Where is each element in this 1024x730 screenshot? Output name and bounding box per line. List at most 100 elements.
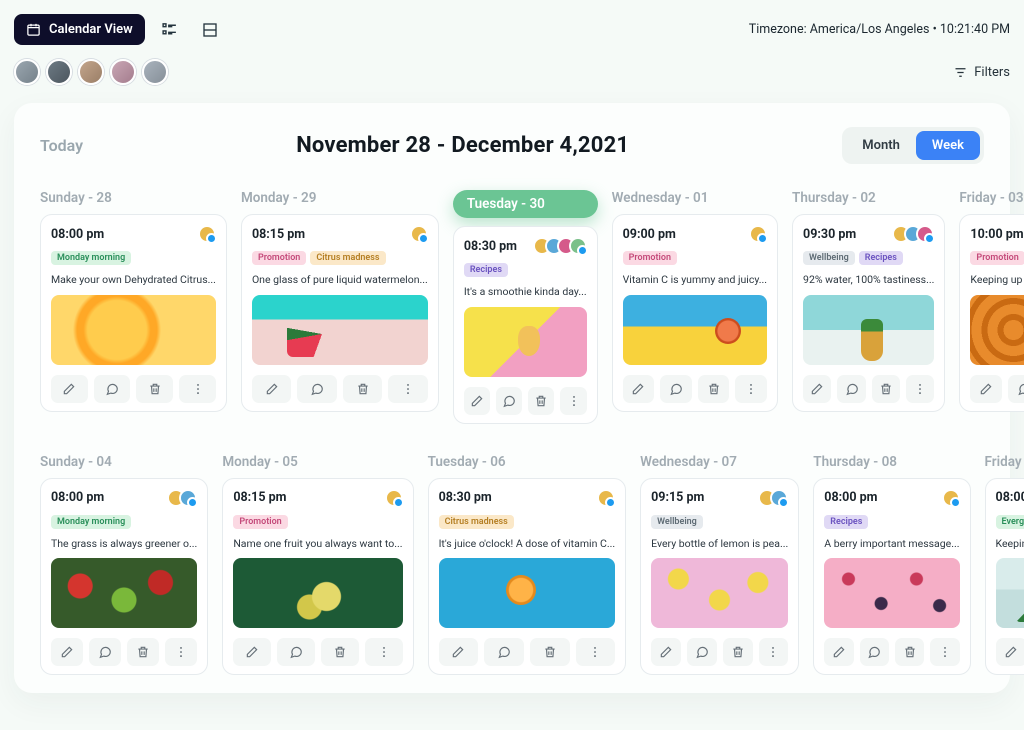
edit-button[interactable] [51,375,88,403]
post-card[interactable]: 08:15 pmPromotionCitrus madnessOne glass… [241,214,439,412]
edit-button[interactable] [464,387,490,415]
post-card[interactable]: 09:15 pmWellbeingEvery bottle of lemon i… [640,478,799,676]
comment-button[interactable] [1008,375,1024,403]
avatar[interactable] [110,59,136,85]
platform-badge-icon [778,497,789,508]
trash-icon [333,645,347,659]
delete-button[interactable] [127,638,159,666]
post-card[interactable]: 08:00 pmMonday morningMake your own Dehy… [40,214,227,412]
delete-button[interactable] [528,387,554,415]
tag[interactable]: Evergreen [996,515,1024,529]
comment-button[interactable] [837,375,865,403]
post-time: 08:00 pm [996,490,1024,505]
assignee-avatar[interactable] [410,225,428,243]
avatar[interactable] [46,59,72,85]
delete-button[interactable] [723,638,753,666]
post-card[interactable]: 10:00 pmPromotionKeeping up with social … [959,214,1024,412]
delete-button[interactable] [321,638,359,666]
more-button[interactable] [906,375,934,403]
tag[interactable]: Recipes [464,263,508,277]
tag[interactable]: Wellbeing [803,251,855,265]
more-button[interactable] [365,638,403,666]
assignee-avatar[interactable] [179,489,197,507]
tag[interactable]: Monday morning [51,251,131,265]
tag[interactable]: Citrus madness [310,251,385,265]
month-view-button[interactable]: Month [846,131,916,160]
post-card[interactable]: 08:30 pmCitrus madnessIt's juice o'clock… [428,478,627,676]
post-thumbnail [824,558,959,628]
comment-button[interactable] [484,638,524,666]
comment-button[interactable] [860,638,889,666]
delete-button[interactable] [136,375,173,403]
week-view-button[interactable]: Week [916,131,980,160]
tag[interactable]: Promotion [252,251,306,265]
post-card[interactable]: 08:00 pmMonday morningThe grass is alway… [40,478,208,676]
more-button[interactable] [735,375,767,403]
tag[interactable]: Promotion [623,251,677,265]
tag[interactable]: Citrus madness [439,515,514,529]
calendar-view-button[interactable]: Calendar View [14,14,145,45]
more-button[interactable] [179,375,216,403]
assignee-avatar[interactable] [385,489,403,507]
post-card[interactable]: 08:00 pmEvergreenBranded ContentKeeping … [985,478,1024,676]
comment-button[interactable] [277,638,315,666]
tag[interactable]: Monday morning [51,515,131,529]
tag[interactable]: Promotion [970,251,1024,265]
assignee-avatar[interactable] [916,225,934,243]
post-description: Name one fruit you always want to... [233,537,402,551]
edit-button[interactable] [651,638,681,666]
more-icon [567,394,581,408]
assignee-avatar[interactable] [198,225,216,243]
more-button[interactable] [930,638,959,666]
platform-badge-icon [577,245,588,256]
edit-button[interactable] [252,375,291,403]
delete-button[interactable] [698,375,730,403]
edit-button[interactable] [439,638,479,666]
assignee-avatar[interactable] [597,489,615,507]
delete-button[interactable] [343,375,382,403]
comment-button[interactable] [94,375,131,403]
comment-button[interactable] [496,387,522,415]
more-button[interactable] [560,387,586,415]
filters-button[interactable]: Filters [953,65,1010,80]
more-button[interactable] [576,638,616,666]
comment-button[interactable] [687,638,717,666]
tag[interactable]: Recipes [859,251,903,265]
delete-button[interactable] [530,638,570,666]
assignee-avatar[interactable] [749,225,767,243]
more-button[interactable] [165,638,197,666]
trash-icon [136,645,150,659]
edit-button[interactable] [996,638,1024,666]
edit-button[interactable] [51,638,83,666]
comment-button[interactable] [297,375,336,403]
platform-badge-icon [757,233,768,244]
list-view-button[interactable] [155,15,185,45]
post-card[interactable]: 09:00 pmPromotionVitamin C is yummy and … [612,214,778,412]
assignee-avatar[interactable] [942,489,960,507]
post-card[interactable]: 08:15 pmPromotionName one fruit you alwa… [222,478,413,676]
assignee-avatar[interactable] [770,489,788,507]
post-card[interactable]: 08:00 pmRecipesA berry important message… [813,478,970,676]
delete-button[interactable] [872,375,900,403]
comment-icon [289,645,303,659]
delete-button[interactable] [895,638,924,666]
edit-button[interactable] [970,375,1002,403]
tag[interactable]: Wellbeing [651,515,703,529]
grid-view-button[interactable] [195,15,225,45]
avatar[interactable] [78,59,104,85]
comment-button[interactable] [89,638,121,666]
tag[interactable]: Promotion [233,515,287,529]
post-card[interactable]: 09:30 pmWellbeingRecipes92% water, 100% … [792,214,945,412]
post-card[interactable]: 08:30 pmRecipesIt's a smoothie kinda day… [453,226,598,424]
edit-button[interactable] [824,638,853,666]
edit-button[interactable] [803,375,831,403]
comment-button[interactable] [660,375,692,403]
edit-button[interactable] [233,638,271,666]
more-button[interactable] [388,375,427,403]
more-button[interactable] [759,638,789,666]
assignee-avatar[interactable] [569,237,587,255]
avatar[interactable] [142,59,168,85]
avatar[interactable] [14,59,40,85]
edit-button[interactable] [623,375,655,403]
tag[interactable]: Recipes [824,515,868,529]
